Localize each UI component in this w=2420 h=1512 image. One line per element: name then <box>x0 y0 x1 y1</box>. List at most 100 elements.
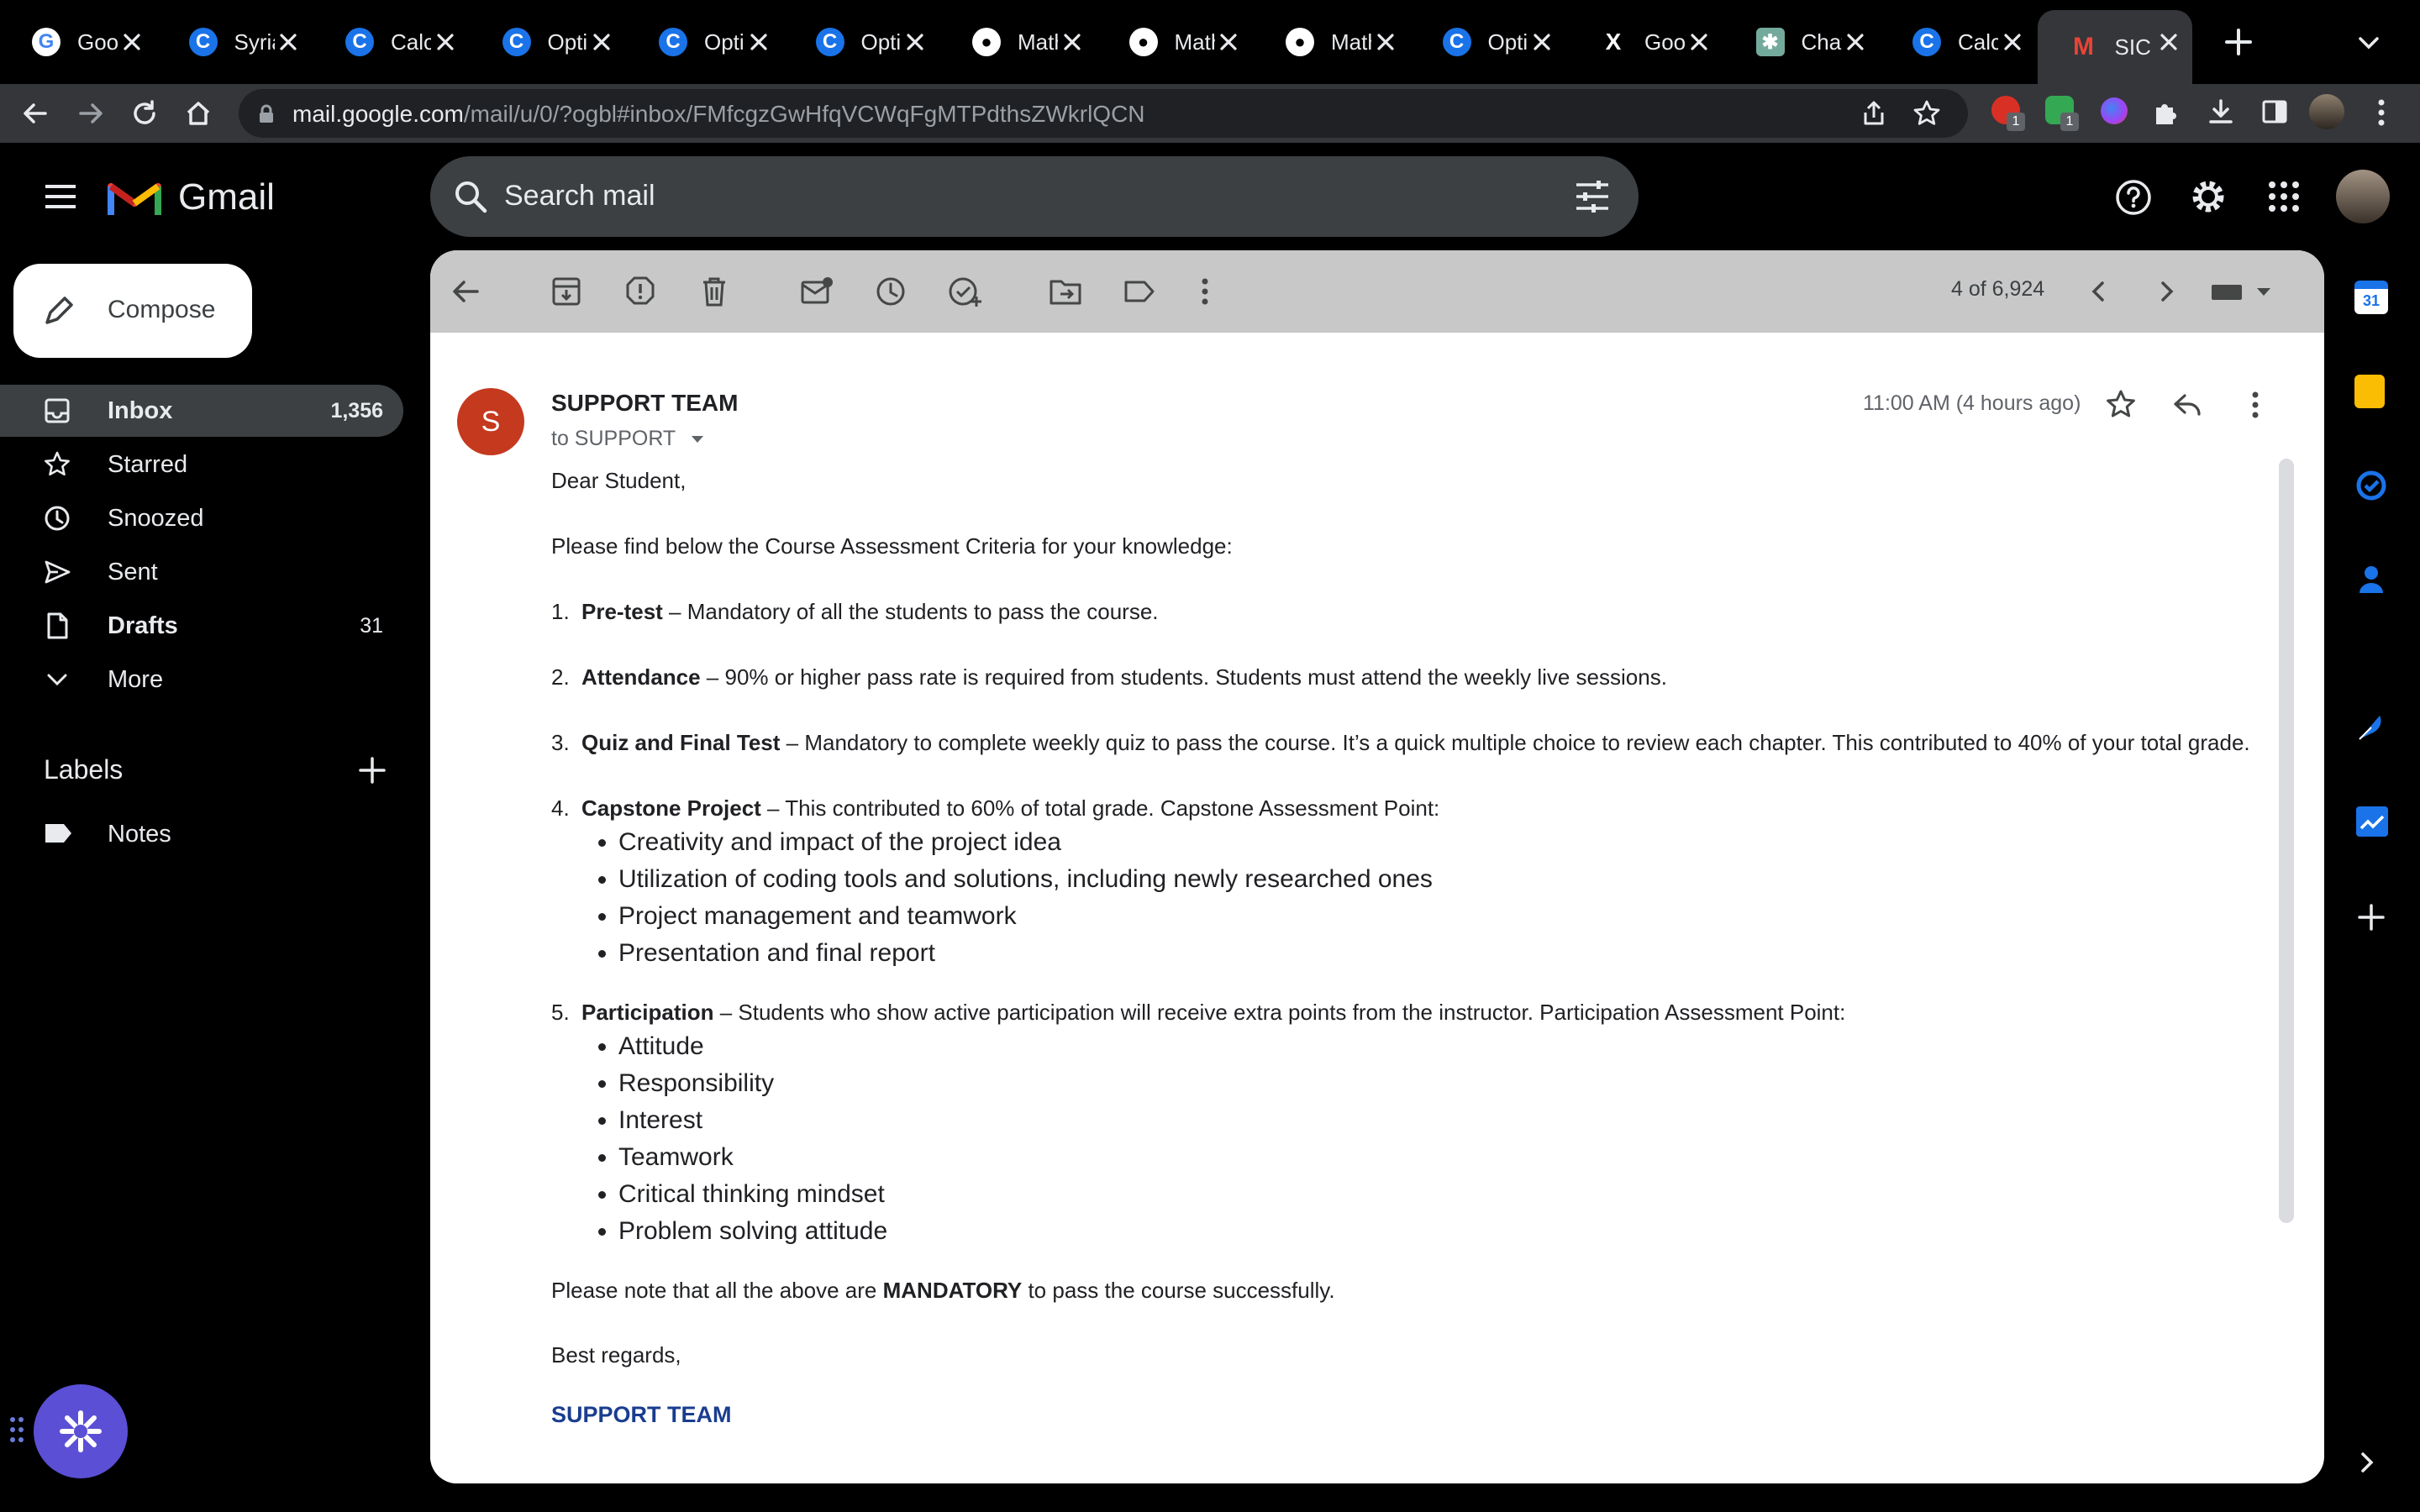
archive-icon[interactable] <box>551 275 581 308</box>
back-icon[interactable] <box>20 98 50 129</box>
compose-button[interactable]: Compose <box>13 264 252 358</box>
search-input[interactable]: Search mail <box>504 180 655 213</box>
snooze-clock-icon[interactable] <box>874 275 908 308</box>
star-message-icon[interactable] <box>2104 388 2138 422</box>
browser-tab[interactable]: C Calc <box>1881 10 2036 74</box>
close-tab-icon[interactable] <box>588 29 615 55</box>
sidebar-item-inbox[interactable]: Inbox 1,356 <box>0 385 403 437</box>
search-icon[interactable] <box>452 178 489 215</box>
more-actions-icon[interactable] <box>1198 275 1212 308</box>
analytics-addon-icon[interactable] <box>2354 805 2390 838</box>
close-tab-icon[interactable] <box>2155 29 2182 55</box>
close-tab-icon[interactable] <box>1528 29 1555 55</box>
add-to-tasks-icon[interactable] <box>948 275 981 308</box>
account-avatar[interactable] <box>2336 170 2390 223</box>
contacts-icon[interactable] <box>2354 563 2388 596</box>
close-tab-icon[interactable] <box>1215 29 1242 55</box>
lock-icon[interactable] <box>257 104 276 124</box>
recipient-line[interactable]: to SUPPORT <box>551 427 705 451</box>
message-more-icon[interactable] <box>2249 388 2262 422</box>
delete-trash-icon[interactable] <box>699 275 729 308</box>
details-dropdown-icon[interactable] <box>690 434 705 444</box>
move-to-icon[interactable] <box>1049 275 1082 308</box>
feather-pen-addon-icon[interactable] <box>2354 711 2388 744</box>
extensions-puzzle-icon[interactable] <box>2151 97 2180 126</box>
sender-name[interactable]: SUPPORT TEAM <box>551 390 738 417</box>
help-icon[interactable] <box>2114 178 2153 217</box>
extension-globe-icon[interactable] <box>2101 97 2128 124</box>
search-bar[interactable]: Search mail <box>430 156 1639 237</box>
browser-tab[interactable]: X Goo <box>1567 10 1723 74</box>
address-bar[interactable]: mail.google.com/mail/u/0/?ogbl#inbox/FMf… <box>239 89 1968 138</box>
browser-tab[interactable]: M SIC <box>2037 10 2192 84</box>
criteria-item: 2. Attendance – 90% or higher pass rate … <box>551 664 2282 691</box>
browser-tab[interactable]: C Opti <box>1411 10 1566 74</box>
c-logo-icon: C <box>345 28 374 56</box>
browser-tab[interactable]: ● Math <box>1097 10 1253 74</box>
settings-gear-icon[interactable] <box>2188 176 2228 217</box>
close-tab-icon[interactable] <box>1999 29 2026 55</box>
sidebar-item-starred[interactable]: Starred <box>0 438 403 491</box>
download-icon[interactable] <box>2207 97 2235 126</box>
sidebar-item-snoozed[interactable]: Snoozed <box>0 492 403 544</box>
tasks-icon[interactable] <box>2354 469 2388 502</box>
bookmark-star-icon[interactable] <box>1912 99 1941 128</box>
sidebar-item-sent[interactable]: Sent <box>0 546 403 598</box>
search-options-icon[interactable] <box>1575 180 1610 213</box>
close-tab-icon[interactable] <box>1372 29 1399 55</box>
close-tab-icon[interactable] <box>118 29 145 55</box>
drag-handle-icon[interactable] <box>8 1415 25 1445</box>
tab-search-chevron-icon[interactable] <box>2356 30 2381 55</box>
browser-tab[interactable]: C Calc <box>313 10 469 74</box>
close-tab-icon[interactable] <box>745 29 772 55</box>
side-panel-icon[interactable] <box>2260 97 2289 126</box>
add-label-icon[interactable] <box>358 756 387 785</box>
sidebar-item-notes-label[interactable]: Notes <box>0 808 403 860</box>
mark-unread-icon[interactable] <box>800 275 834 308</box>
close-tab-icon[interactable] <box>275 29 302 55</box>
browser-menu-icon[interactable] <box>2373 97 2390 128</box>
get-addons-plus-icon[interactable] <box>2354 900 2388 934</box>
browser-tab[interactable]: C Opti <box>784 10 939 74</box>
profile-avatar[interactable] <box>2309 94 2344 129</box>
home-icon[interactable] <box>183 98 213 129</box>
hide-side-panel-chevron-icon[interactable] <box>2354 1450 2380 1475</box>
reply-icon[interactable] <box>2171 388 2205 422</box>
browser-tab[interactable]: ● Math <box>940 10 1096 74</box>
browser-tab[interactable]: C Syria <box>157 10 313 74</box>
browser-tab[interactable]: C Opti <box>471 10 626 74</box>
gmail-logo-icon[interactable] <box>108 176 161 218</box>
capstone-points-list: Creativity and impact of the project ide… <box>551 824 2282 972</box>
new-tab-icon[interactable] <box>2223 27 2254 57</box>
assistant-fab-button[interactable] <box>34 1384 128 1478</box>
message-scrollbar[interactable] <box>2279 459 2294 1223</box>
reload-icon[interactable] <box>129 98 160 129</box>
input-tools-keyboard-icon[interactable] <box>2208 275 2279 308</box>
google-apps-icon[interactable] <box>2267 180 2301 213</box>
browser-tab[interactable]: ✱ Chat <box>1724 10 1880 74</box>
gmail-wordmark[interactable]: Gmail <box>178 176 275 218</box>
older-chevron-right-icon[interactable] <box>2151 275 2181 308</box>
newer-chevron-left-icon[interactable] <box>2084 275 2114 308</box>
close-tab-icon[interactable] <box>1686 29 1712 55</box>
calendar-icon[interactable]: 31 <box>2354 281 2388 314</box>
sidebar-item-more[interactable]: More <box>0 654 403 706</box>
close-tab-icon[interactable] <box>1059 29 1086 55</box>
browser-tab[interactable]: G Goo <box>0 10 155 74</box>
browser-tab[interactable]: C Opti <box>627 10 782 74</box>
forward-icon[interactable] <box>76 98 106 129</box>
sidebar-item-drafts[interactable]: Drafts 31 <box>0 600 403 652</box>
sender-avatar[interactable]: S <box>457 388 524 455</box>
close-tab-icon[interactable] <box>902 29 929 55</box>
close-tab-icon[interactable] <box>432 29 459 55</box>
share-icon[interactable] <box>1860 100 1887 127</box>
close-tab-icon[interactable] <box>1842 29 1869 55</box>
back-to-inbox-icon[interactable] <box>449 275 482 308</box>
keep-notes-icon[interactable] <box>2354 375 2385 408</box>
sidebar-item-label: Drafts <box>108 612 178 639</box>
sidebar-item-label: Notes <box>108 821 171 848</box>
main-menu-icon[interactable] <box>44 181 77 212</box>
report-spam-icon[interactable] <box>625 275 655 308</box>
browser-tab[interactable]: ● Math <box>1254 10 1409 74</box>
label-as-icon[interactable] <box>1123 275 1156 308</box>
